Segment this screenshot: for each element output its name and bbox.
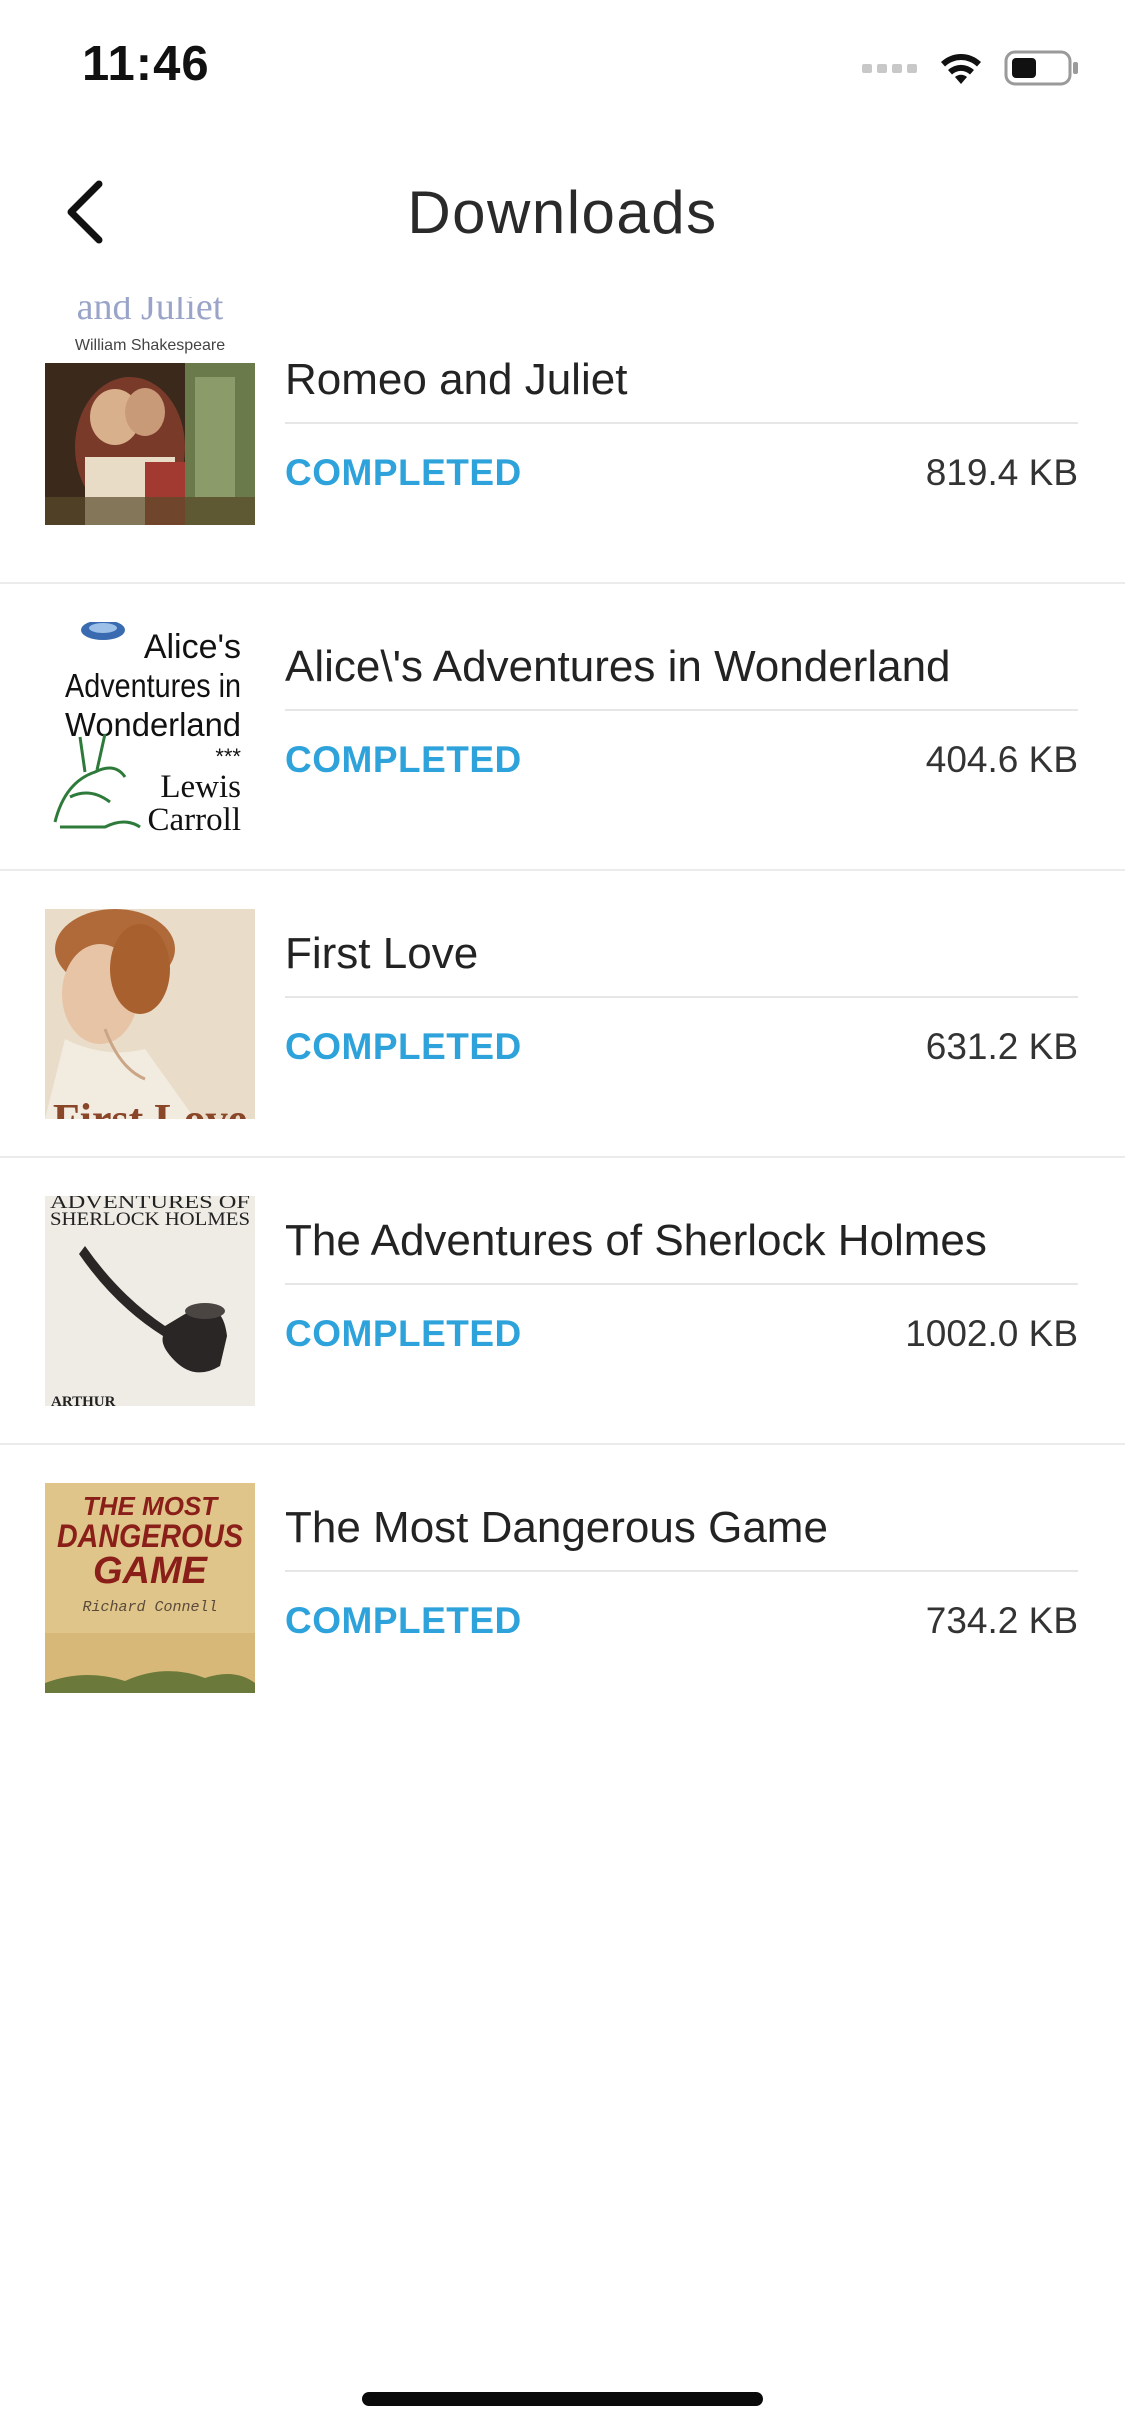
download-item-alices-adventures[interactable]: Alice's Adventures in Wonderland *** Lew… [0,584,1125,871]
cover-title-line1: Alice's [144,628,241,666]
item-title: The Most Dangerous Game [285,1503,828,1552]
book-cover: Alice's Adventures in Wonderland *** Lew… [45,622,255,832]
cover-title-text: First Love [53,1095,247,1119]
book-cover: THE MOST DANGEROUS GAME Richard Connell [45,1483,255,1693]
item-info: First Love COMPLETED 631.2 KB [285,871,1078,1156]
cover-title-line1: THE MOST [83,1491,219,1521]
wifi-icon [941,54,981,84]
item-info: The Most Dangerous Game COMPLETED 734.2 … [285,1445,1078,1732]
item-info: Alice\'s Adventures in Wonderland COMPLE… [285,584,1078,869]
cover-author-text: Richard Connell [82,1599,217,1616]
download-status: COMPLETED [285,1600,522,1641]
download-status: COMPLETED [285,1026,522,1067]
cover-title-line2: SHERLOCK HOLMES [50,1209,250,1230]
file-size: 819.4 KB [925,452,1078,493]
download-item-most-dangerous-game[interactable]: THE MOST DANGEROUS GAME Richard Connell … [0,1445,1125,1732]
cover-title-text: and Juliet [77,297,224,328]
home-indicator[interactable] [362,2392,763,2406]
file-size: 631.2 KB [925,1026,1078,1067]
item-title: The Adventures of Sherlock Holmes [285,1216,987,1265]
download-item-romeo-and-juliet[interactable]: and Juliet William Shakespeare Romeo and… [0,297,1125,584]
cover-title-line2: Adventures in [65,667,241,704]
item-divider [285,1283,1078,1285]
item-divider [285,709,1078,711]
cover-stars: *** [215,744,241,769]
item-title: Romeo and Juliet [285,355,628,404]
download-item-sherlock-holmes[interactable]: ADVENTURES OF SHERLOCK HOLMES ARTHUR The… [0,1158,1125,1445]
download-status: COMPLETED [285,739,522,780]
download-status: COMPLETED [285,1313,522,1354]
cover-title-line3: Wonderland [65,706,241,743]
status-icons [862,48,1080,88]
cellular-signal-icon [862,64,917,73]
cover-title-line3: GAME [93,1550,209,1592]
cover-author-line1: Lewis [160,769,241,805]
downloads-list: and Juliet William Shakespeare Romeo and… [0,297,1125,1732]
book-cover: ADVENTURES OF SHERLOCK HOLMES ARTHUR [45,1196,255,1406]
book-cover: and Juliet William Shakespeare [45,297,255,525]
cover-author-line2: Carroll [148,802,241,832]
book-cover: First Love [45,909,255,1119]
navigation-bar: Downloads [0,132,1125,297]
item-divider [285,422,1078,424]
file-size: 734.2 KB [925,1600,1078,1641]
cover-author-text: William Shakespeare [75,337,225,354]
status-bar: 11:46 [0,0,1125,132]
cover-author-text: ARTHUR [51,1394,116,1406]
item-title: Alice\'s Adventures in Wonderland [285,642,951,691]
status-time: 11:46 [82,37,210,91]
cover-title-line2: DANGEROUS [57,1518,244,1554]
item-divider [285,996,1078,998]
item-info: Romeo and Juliet COMPLETED 819.4 KB [285,297,1078,582]
battery-icon [1004,50,1078,86]
file-size: 404.6 KB [925,739,1078,780]
item-divider [285,1570,1078,1572]
file-size: 1002.0 KB [905,1313,1078,1354]
page-title: Downloads [407,179,718,246]
download-item-first-love[interactable]: First Love First Love COMPLETED 631.2 KB [0,871,1125,1158]
item-info: The Adventures of Sherlock Holmes COMPLE… [285,1158,1078,1443]
download-status: COMPLETED [285,452,522,493]
item-title: First Love [285,929,479,978]
